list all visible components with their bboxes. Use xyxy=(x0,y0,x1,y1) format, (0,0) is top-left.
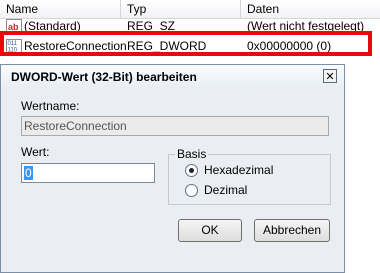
dialog-titlebar[interactable]: DWORD-Wert (32-Bit) bearbeiten ✕ xyxy=(1,65,344,88)
value-data-input[interactable]: 0 xyxy=(21,163,155,183)
value-data-label: Wert: xyxy=(21,145,50,159)
column-header-data[interactable]: Daten xyxy=(247,2,279,16)
hex-radio[interactable] xyxy=(185,164,198,177)
edit-dword-dialog: DWORD-Wert (32-Bit) bearbeiten ✕ Wertnam… xyxy=(0,64,345,273)
cancel-button[interactable]: Abbrechen xyxy=(254,219,330,242)
close-button[interactable]: ✕ xyxy=(323,69,337,83)
close-icon: ✕ xyxy=(325,71,335,83)
value-name-label: Wertname: xyxy=(21,99,80,113)
dec-radio[interactable] xyxy=(185,184,198,197)
base-groupbox: Basis Hexadezimal Dezimal xyxy=(168,147,331,205)
dialog-title: DWORD-Wert (32-Bit) bearbeiten xyxy=(11,70,197,84)
ok-button[interactable]: OK xyxy=(178,219,242,242)
column-header-name[interactable]: Name xyxy=(6,2,38,16)
highlight-box xyxy=(0,31,372,56)
value-data-text: 0 xyxy=(24,166,33,180)
hex-radio-label[interactable]: Hexadezimal xyxy=(204,163,273,177)
dec-radio-label[interactable]: Dezimal xyxy=(204,183,247,197)
column-header-type[interactable]: Typ xyxy=(127,2,146,16)
base-group-label: Basis xyxy=(175,147,209,161)
value-name-field: RestoreConnection xyxy=(21,116,329,136)
